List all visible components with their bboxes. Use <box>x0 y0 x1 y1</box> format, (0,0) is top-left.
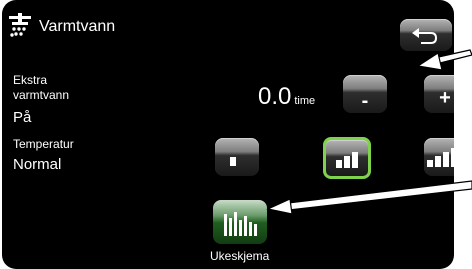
callout-arrow-top <box>416 49 472 71</box>
callout-arrows <box>266 49 472 215</box>
callout-arrow-bottom <box>266 180 472 215</box>
